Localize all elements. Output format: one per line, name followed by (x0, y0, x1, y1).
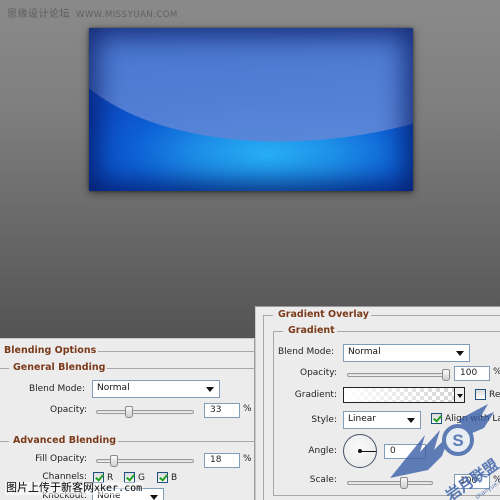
top-watermark: 思缘设计论坛 WWW.MISSYUAN.COM (7, 5, 178, 20)
fill-opacity-percent: % (243, 454, 252, 464)
divider (87, 351, 257, 352)
fill-opacity-input[interactable]: 18 (204, 453, 240, 468)
gradient-group-title: Gradient (286, 325, 337, 336)
canvas-vignette (89, 28, 413, 191)
blending-options-panel: Blending Options General Blending Blend … (0, 338, 257, 500)
opacity-label: Opacity: (50, 405, 87, 415)
scale-percent: % (493, 475, 500, 485)
gradient-opacity-slider[interactable] (347, 369, 450, 381)
opacity-input[interactable]: 33 (204, 403, 240, 418)
scale-slider[interactable] (347, 477, 433, 489)
fill-opacity-label: Fill Opacity: (35, 454, 87, 464)
fill-opacity-slider-thumb[interactable] (110, 455, 119, 467)
divider (99, 368, 257, 369)
gradient-opacity-percent: % (493, 367, 500, 377)
gradient-overlay-panel: Gradient Overlay Gradient Blend Mode: No… (255, 306, 500, 500)
angle-label: Angle: (308, 446, 337, 456)
gradient-label: Gradient: (294, 390, 337, 400)
gradient-blend-mode-label: Blend Mode: (278, 347, 335, 357)
gradient-overlay-title: Gradient Overlay (276, 309, 371, 320)
angle-input[interactable]: 0 (384, 444, 426, 459)
divider (273, 331, 274, 496)
align-with-layer-label: Align with Layer (445, 414, 500, 424)
divider (0, 441, 9, 442)
bottom-watermark-url: xker.com (94, 483, 143, 494)
opacity-percent: % (243, 404, 252, 414)
opacity-slider[interactable] (96, 406, 194, 418)
top-watermark-url: WWW.MISSYUAN.COM (76, 10, 178, 20)
chevron-down-icon (407, 418, 415, 423)
bottom-watermark-cn: 图片上传于新客网 (6, 481, 94, 494)
chevron-down-icon (150, 495, 158, 500)
channel-b-checkbox[interactable] (157, 472, 168, 483)
angle-dial-hand (360, 450, 376, 452)
bottom-watermark: 图片上传于新客网xker.com (5, 481, 144, 495)
gradient-blend-mode-select[interactable]: Normal (343, 344, 470, 362)
general-blending-title: General Blending (11, 362, 108, 373)
divider (368, 315, 500, 316)
reverse-label: Reverse (489, 390, 500, 400)
gradient-opacity-label: Opacity: (300, 368, 337, 378)
fill-opacity-slider[interactable] (96, 455, 194, 467)
blending-options-title: Blending Options (2, 345, 99, 356)
preview-canvas (89, 28, 413, 191)
gradient-opacity-input[interactable]: 100 (454, 366, 490, 381)
top-watermark-cn: 思缘设计论坛 (7, 9, 70, 20)
divider (263, 315, 264, 500)
blend-mode-label: Blend Mode: (28, 384, 85, 394)
style-value: Linear (348, 414, 376, 424)
gradient-blend-mode-value: Normal (348, 347, 381, 357)
divider (263, 315, 273, 316)
style-label: Style: (311, 415, 337, 425)
scale-label: Scale: (309, 475, 337, 485)
gradient-dropdown-button[interactable] (454, 387, 465, 403)
gradient-picker[interactable] (343, 387, 455, 403)
gradient-opacity-slider-thumb[interactable] (442, 369, 450, 381)
blend-mode-select[interactable]: Normal (92, 380, 220, 398)
reverse-checkbox[interactable] (475, 389, 486, 400)
scale-input[interactable]: 100 (454, 474, 490, 489)
blend-mode-value: Normal (97, 383, 130, 393)
align-with-layer-checkbox[interactable] (431, 413, 442, 424)
divider (0, 368, 9, 369)
opacity-slider-thumb[interactable] (124, 406, 133, 418)
advanced-blending-title: Advanced Blending (11, 435, 119, 446)
style-select[interactable]: Linear (343, 411, 421, 429)
divider (111, 441, 257, 442)
scale-slider-thumb[interactable] (400, 477, 409, 489)
chevron-down-icon (206, 387, 214, 392)
divider (273, 495, 500, 496)
angle-dial[interactable] (343, 434, 377, 468)
divider (336, 331, 500, 332)
channel-b-label: B (171, 473, 178, 483)
divider (273, 331, 283, 332)
chevron-down-icon (456, 351, 464, 356)
